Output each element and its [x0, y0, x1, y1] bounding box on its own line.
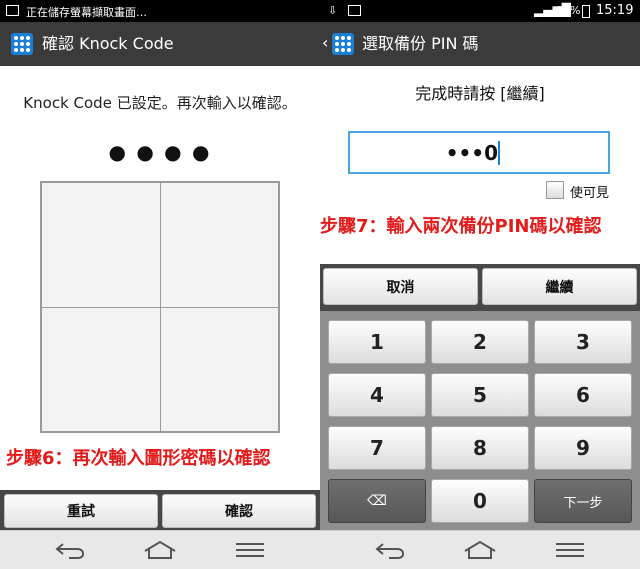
key-0[interactable]: 0	[431, 479, 529, 523]
home-icon-2[interactable]	[462, 539, 498, 561]
right-action-bar: ‹ 選取備份 PIN 碼	[320, 22, 640, 66]
text-cursor	[498, 141, 500, 165]
continue-button[interactable]: 繼續	[482, 268, 637, 305]
backspace-key[interactable]: ⌫	[328, 479, 426, 523]
key-1[interactable]: 1	[328, 320, 426, 364]
entered-dots: ● ● ● ●	[108, 140, 212, 164]
confirm-button[interactable]: 確認	[162, 494, 316, 528]
battery-icon	[582, 5, 590, 18]
key-5[interactable]: 5	[431, 373, 529, 417]
retry-button[interactable]: 重試	[4, 494, 158, 528]
knock-grid-hline	[42, 307, 278, 308]
home-icon[interactable]	[142, 539, 178, 561]
battery-percent: 84%	[556, 4, 581, 17]
image-icon-2	[348, 5, 361, 16]
backspace-icon: ⌫	[367, 493, 387, 509]
key-6[interactable]: 6	[534, 373, 632, 417]
key-7[interactable]: 7	[328, 426, 426, 470]
pin-value: •••0	[445, 141, 498, 165]
image-icon	[6, 5, 19, 16]
key-3[interactable]: 3	[534, 320, 632, 364]
key-9[interactable]: 9	[534, 426, 632, 470]
left-instruction: Knock Code 已設定。再次輸入以確認。	[23, 94, 297, 112]
key-8[interactable]: 8	[431, 426, 529, 470]
clock: 15:19	[596, 3, 634, 18]
cancel-button[interactable]: 取消	[323, 268, 478, 305]
pin-app-icon	[332, 33, 354, 55]
download-icon: ⇩	[328, 4, 338, 17]
step7-annotation: 步驟7：輸入兩次備份PIN碼以確認	[320, 216, 602, 237]
left-action-bar: 確認 Knock Code	[0, 22, 320, 66]
right-nav-bar	[320, 530, 640, 569]
left-title: 確認 Knock Code	[42, 34, 174, 53]
menu-icon-2[interactable]	[554, 541, 586, 559]
knock-grid[interactable]	[40, 181, 280, 433]
back-icon[interactable]	[53, 540, 87, 560]
key-4[interactable]: 4	[328, 373, 426, 417]
next-key[interactable]: 下一步	[534, 479, 632, 523]
menu-icon[interactable]	[234, 541, 266, 559]
status-bar: 正在儲存螢幕擷取畫面… ⇩ ▂▄▆█ 84% 15:19	[0, 0, 640, 22]
left-nav-bar	[0, 530, 320, 569]
pin-input[interactable]: •••0	[348, 131, 610, 174]
status-text: 正在儲存螢幕擷取畫面…	[26, 6, 147, 19]
show-checkbox-label: 使可見	[570, 186, 610, 201]
step6-annotation: 步驟6：再次輸入圖形密碼以確認	[6, 448, 271, 469]
knock-code-app-icon	[11, 33, 33, 55]
right-title: 選取備份 PIN 碼	[362, 34, 479, 53]
back-icon-2[interactable]	[373, 540, 407, 560]
right-instruction: 完成時請按 [繼續]	[415, 84, 545, 103]
up-chevron-icon[interactable]: ‹	[322, 33, 328, 52]
key-2[interactable]: 2	[431, 320, 529, 364]
show-checkbox[interactable]	[546, 181, 564, 199]
